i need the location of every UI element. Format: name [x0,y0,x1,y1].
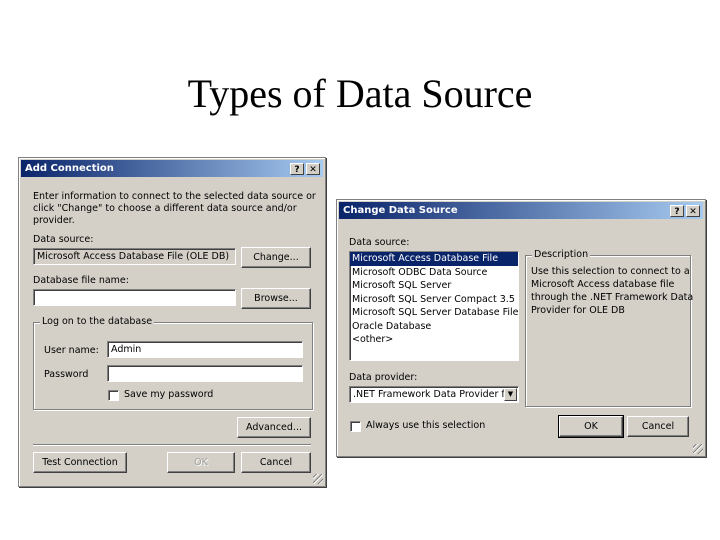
logon-group-title: Log on to the database [40,316,155,327]
description-text-4: Provider for OLE DB [531,305,625,316]
dialog-title: Change Data Source [343,205,458,216]
data-source-label: Data source: [349,237,410,248]
help-icon[interactable]: ? [290,163,304,175]
ok-button[interactable]: OK [558,415,624,438]
always-use-label: Always use this selection [366,420,486,431]
change-data-source-dialog: Change Data Source ? ✕ Data source: Micr… [336,199,706,457]
description-text-2: Microsoft Access database file [531,279,675,290]
dialog-title: Add Connection [25,163,114,174]
data-source-list[interactable]: Microsoft Access Database File Microsoft… [349,251,519,361]
list-item[interactable]: Microsoft SQL Server Compact 3.5 [350,293,518,307]
data-provider-label: Data provider: [349,372,418,383]
db-file-label: Database file name: [33,275,129,286]
chevron-down-icon[interactable]: ▼ [504,388,517,401]
dialog-titlebar[interactable]: Change Data Source ? ✕ [339,202,703,219]
description-text-3: through the .NET Framework Data [531,292,694,303]
intro-text-2: click "Change" to choose a different dat… [33,203,297,214]
cancel-button[interactable]: Cancel [627,416,689,437]
logon-group: Log on to the database User name: Admin … [33,316,313,410]
always-use-checkbox[interactable] [350,421,361,432]
list-item[interactable]: Microsoft ODBC Data Source [350,266,518,280]
password-label: Password [44,369,89,380]
data-source-label: Data source: [33,234,94,245]
save-password-checkbox[interactable] [108,390,119,401]
separator [33,444,311,446]
browse-button[interactable]: Browse... [241,288,311,309]
list-item[interactable]: Microsoft SQL Server Database File [350,306,518,320]
data-source-field: Microsoft Access Database File (OLE DB) [33,248,236,265]
description-group: Description Use this selection to connec… [525,249,694,407]
ok-button[interactable]: OK [167,452,235,473]
save-password-label: Save my password [124,389,214,400]
data-provider-select[interactable]: .NET Framework Data Provider for OLE DB … [349,386,519,403]
add-connection-dialog: Add Connection ? ✕ Enter information to … [18,157,326,487]
dialog-titlebar[interactable]: Add Connection ? ✕ [21,160,323,177]
help-icon[interactable]: ? [670,205,684,217]
password-input[interactable] [107,365,303,382]
user-name-label: User name: [44,345,99,356]
resize-grip-icon[interactable] [313,474,323,484]
data-provider-value: .NET Framework Data Provider for OLE DB [353,389,518,400]
close-icon[interactable]: ✕ [686,205,700,217]
description-group-title: Description [532,249,591,260]
user-name-input[interactable]: Admin [107,341,303,358]
list-item[interactable]: Microsoft Access Database File [350,252,518,266]
list-item[interactable]: <other> [350,333,518,347]
cancel-button[interactable]: Cancel [241,452,311,473]
resize-grip-icon[interactable] [693,444,703,454]
description-text-1: Use this selection to connect to a [531,266,690,277]
test-connection-button[interactable]: Test Connection [33,452,127,473]
advanced-button[interactable]: Advanced... [237,417,311,438]
slide-title: Types of Data Source [187,71,533,116]
intro-text-3: provider. [33,215,75,226]
intro-text-1: Enter information to connect to the sele… [33,191,316,202]
db-file-input[interactable] [33,289,236,306]
list-item[interactable]: Microsoft SQL Server [350,279,518,293]
list-item[interactable]: Oracle Database [350,320,518,334]
close-icon[interactable]: ✕ [306,163,320,175]
change-button[interactable]: Change... [241,247,311,268]
